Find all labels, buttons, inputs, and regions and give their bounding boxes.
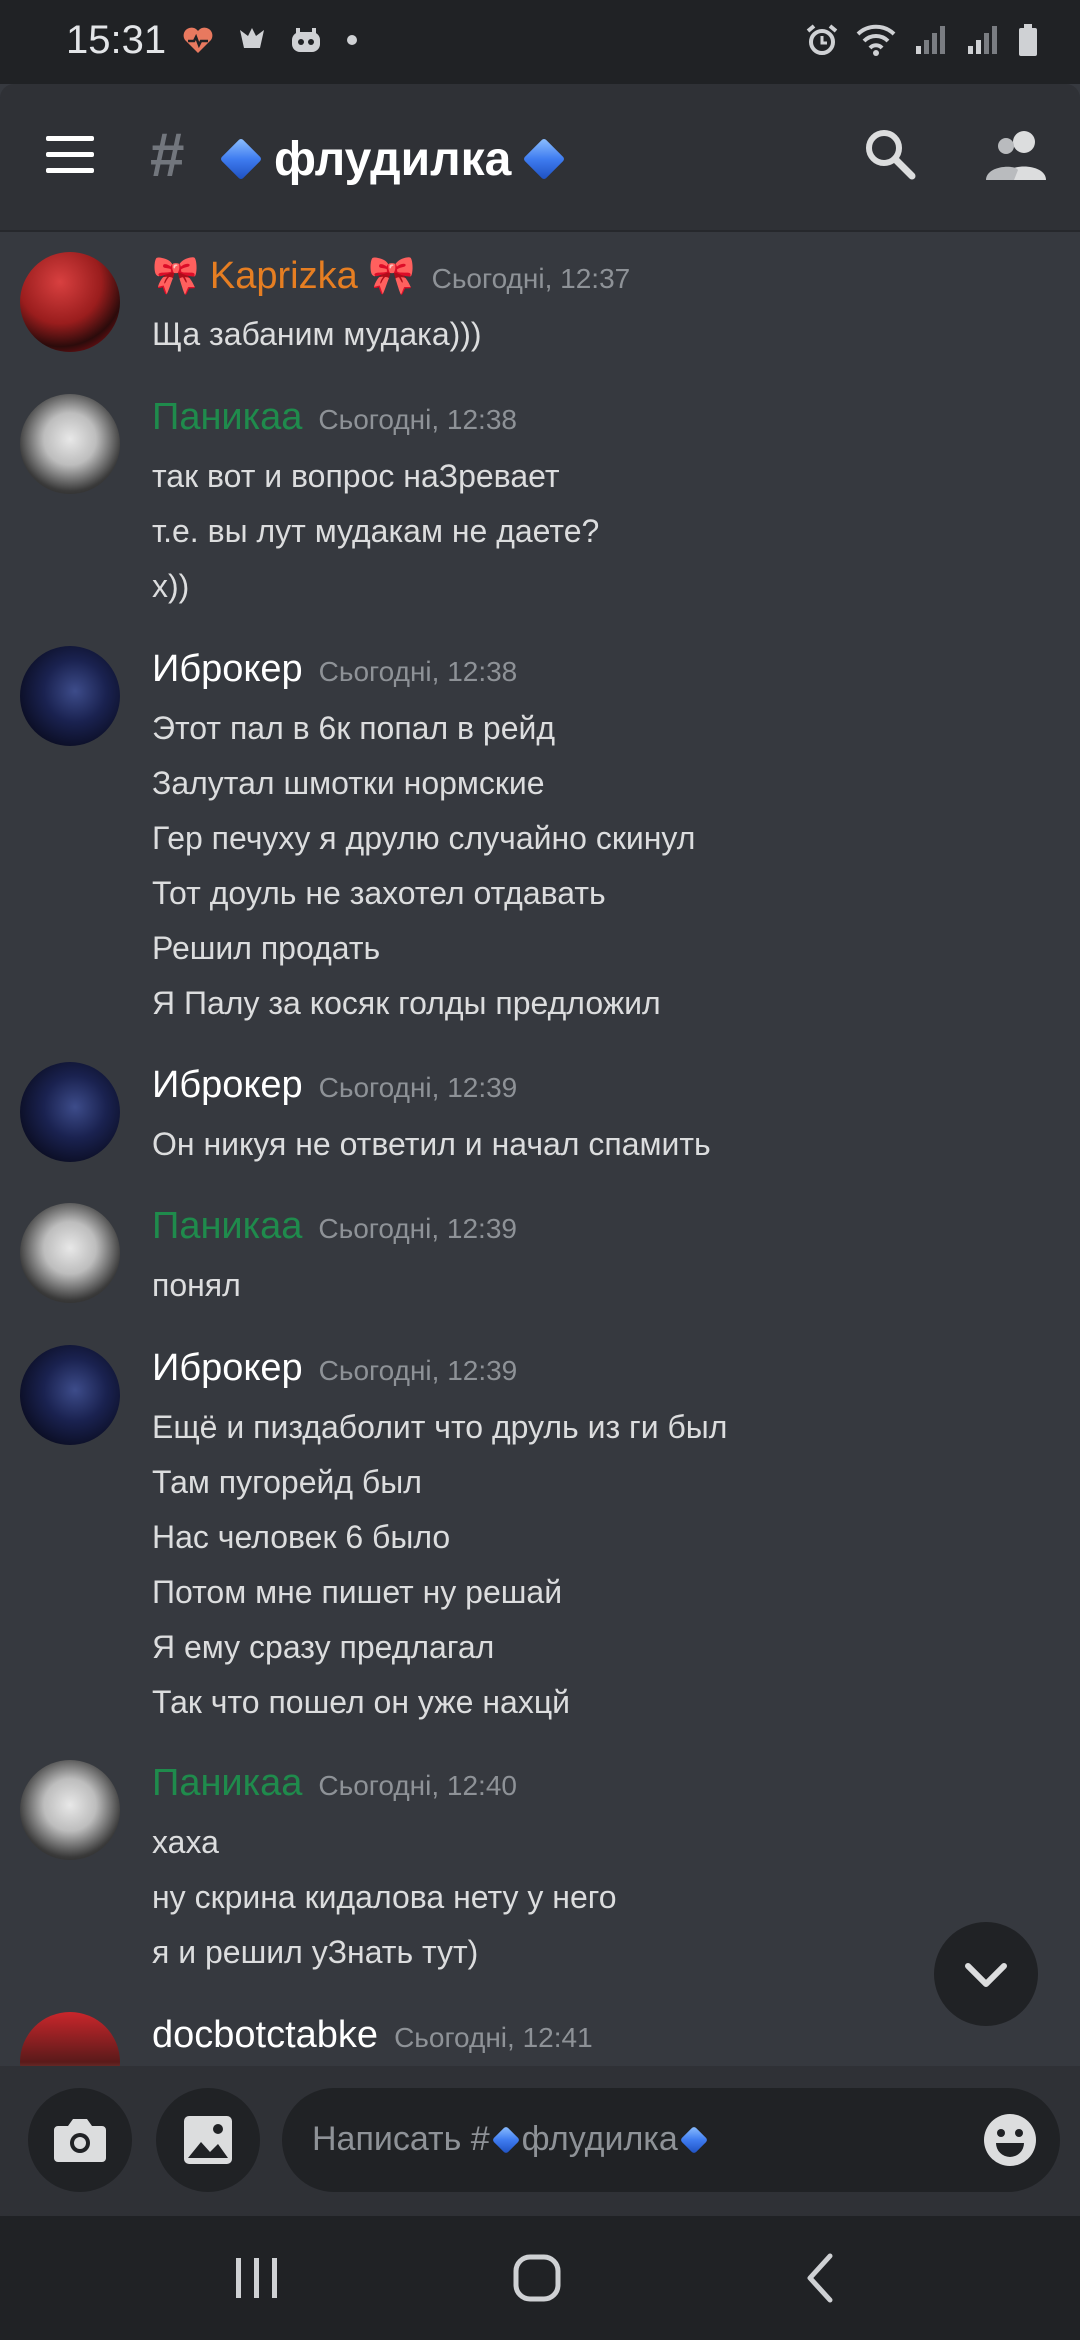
status-system-icons [804, 20, 1040, 60]
message-text: Он никуя не ответил и начал спамить [152, 1126, 711, 1162]
message-input[interactable]: Написать # флудилка [282, 2088, 1060, 2192]
scroll-to-bottom-button[interactable] [934, 1922, 1038, 2026]
message-text: я и решил уЗнать тут) [152, 1934, 479, 1970]
message-header: Иброкер Сьогодні, 12:39 [152, 1347, 517, 1403]
image-icon [184, 2116, 232, 2164]
message-text: x)) [152, 568, 190, 604]
back-icon[interactable] [786, 2246, 856, 2310]
message-text: Ещё и пиздаболит что друль из ги был [152, 1409, 728, 1445]
blue-diamond-icon [491, 2125, 520, 2154]
alarm-icon [806, 24, 838, 55]
author-name[interactable]: 🎀 Kaprizka 🎀 [152, 254, 416, 298]
signal-sim1-icon [916, 26, 945, 54]
message-composer: Написать # флудилка [0, 2066, 1080, 2216]
message-header: Паникаа Сьогодні, 12:38 [152, 396, 517, 452]
message-list: 🎀 Kaprizka 🎀 Сьогодні, 12:37 Ща забаним … [0, 230, 1080, 2066]
avatar[interactable] [20, 1062, 120, 1162]
avatar[interactable] [20, 252, 120, 352]
author-name[interactable]: Паникаа [152, 1762, 302, 1805]
blue-diamond-icon [219, 137, 263, 181]
message-text: Я ему сразу предлагал [152, 1629, 495, 1665]
emoji-icon[interactable] [982, 2112, 1038, 2168]
channel-hash-icon: # [150, 121, 185, 190]
message-text: Там пугорейд был [152, 1464, 422, 1500]
status-bar: 15:31 [0, 0, 1080, 84]
message-text: т.е. вы лут мудакам не даете? [152, 513, 600, 549]
timestamp: Сьогодні, 12:41 [394, 2022, 593, 2053]
message-header: Иброкер Сьогодні, 12:38 [152, 648, 517, 704]
author-name[interactable]: docbotctabke [152, 2014, 378, 2057]
timestamp: Сьогодні, 12:40 [318, 1770, 517, 1801]
wifi-icon [856, 24, 896, 56]
timestamp: Сьогодні, 12:39 [318, 1072, 518, 1103]
health-app-icon [183, 27, 213, 53]
chevron-down-icon [965, 1963, 1007, 1987]
message-text: понял [152, 1267, 241, 1303]
game-app-icon [240, 28, 264, 48]
more-notifications-dot-icon [347, 35, 357, 45]
avatar[interactable] [20, 646, 120, 746]
avatar[interactable] [20, 1760, 120, 1860]
battery-icon [1019, 24, 1037, 56]
author-name[interactable]: Иброкер [152, 648, 303, 691]
message-text: Ща забаним мудака))) [152, 316, 482, 352]
timestamp: Сьогодні, 12:39 [318, 1355, 518, 1386]
status-notification-icons [180, 20, 362, 60]
author-name[interactable]: Иброкер [152, 1347, 303, 1390]
hamburger-menu-icon[interactable] [46, 136, 96, 176]
camera-button[interactable] [28, 2088, 132, 2192]
status-time: 15:31 [66, 18, 167, 62]
blue-diamond-icon [679, 2125, 708, 2154]
message-text: Нас человек 6 было [152, 1519, 451, 1555]
avatar[interactable] [20, 1345, 120, 1445]
blue-diamond-icon [523, 137, 566, 181]
message-text: Я Палу за косяк голды предложил [152, 985, 661, 1021]
message-text: Гер печуху я друлю случайно скинул [152, 820, 696, 856]
channel-header: # флудилка [0, 84, 1080, 230]
gallery-button[interactable] [156, 2088, 260, 2192]
message-header: docbotctabke Сьогодні, 12:41 [152, 2014, 593, 2066]
avatar[interactable] [20, 2012, 120, 2066]
system-nav-bar [0, 2216, 1080, 2340]
discord-app-icon [292, 28, 320, 52]
message-header: 🎀 Kaprizka 🎀 Сьогодні, 12:37 [152, 254, 630, 310]
timestamp: Сьогодні, 12:38 [318, 656, 518, 687]
avatar[interactable] [20, 394, 120, 494]
message-header: Паникаа Сьогодні, 12:39 [152, 1205, 517, 1261]
message-text: Этот пал в 6к попал в рейд [152, 710, 556, 746]
author-name[interactable]: Иброкер [152, 1064, 303, 1107]
recent-apps-icon[interactable] [222, 2246, 292, 2310]
message-text: Тот доуль не захотел отдавать [152, 875, 606, 911]
avatar[interactable] [20, 1203, 120, 1303]
home-icon[interactable] [502, 2246, 572, 2310]
message-text: хаха [152, 1824, 219, 1860]
timestamp: Сьогодні, 12:38 [318, 404, 517, 435]
message-text: так вот и вопрос наЗревает [152, 458, 560, 494]
message-text: Залутал шмотки нормские [152, 765, 545, 801]
camera-icon [54, 2119, 106, 2162]
message-text: Потом мне пишет ну решай [152, 1574, 563, 1610]
message-text: Так что пошел он уже нахцй [152, 1684, 571, 1720]
discord-app: 15:31 # флудилка 🎀 Kaprizka 🎀 Сьогодні, … [0, 0, 1080, 2340]
message-input-placeholder: Написать # флудилка [312, 2120, 710, 2159]
signal-sim2-icon [968, 26, 997, 54]
channel-name: флудилка [274, 132, 512, 186]
channel-title: флудилка [218, 124, 567, 194]
author-name[interactable]: Паникаа [152, 1205, 302, 1248]
message-header: Паникаа Сьогодні, 12:40 [152, 1762, 517, 1818]
timestamp: Сьогодні, 12:37 [431, 263, 631, 294]
author-name[interactable]: Паникаа [152, 396, 302, 439]
search-icon[interactable] [862, 126, 918, 182]
message-text: ну скрина кидалова нету у него [152, 1879, 617, 1915]
timestamp: Сьогодні, 12:39 [318, 1213, 517, 1244]
message-text: Решил продать [152, 930, 381, 966]
message-header: Иброкер Сьогодні, 12:39 [152, 1064, 517, 1120]
members-icon[interactable] [984, 126, 1048, 182]
